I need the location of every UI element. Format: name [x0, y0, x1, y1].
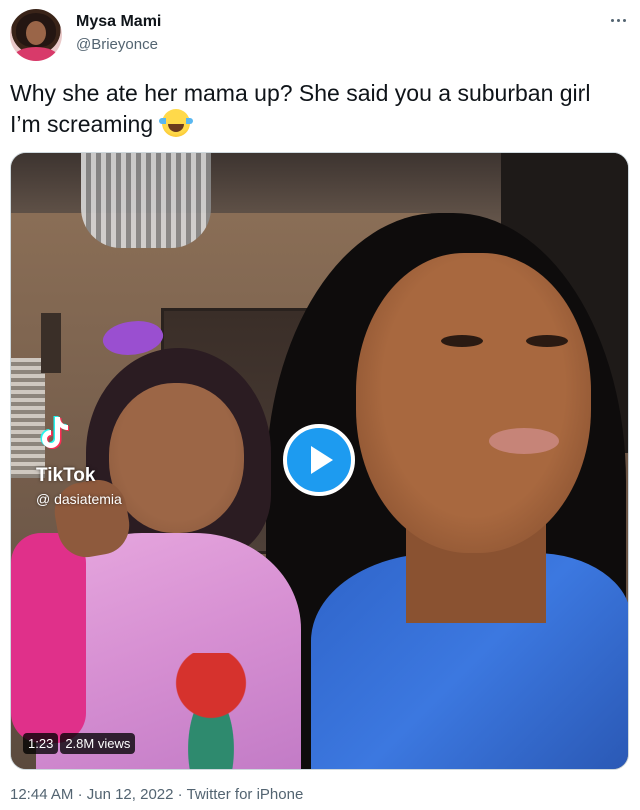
tweet-meta: 12:44 AM · Jun 12, 2022 · Twitter for iP… [10, 786, 304, 803]
tweet-source-link[interactable]: Twitter for iPhone [187, 786, 304, 803]
user-handle[interactable]: @Brieyonce [76, 36, 158, 53]
video-duration: 1:23 [23, 733, 59, 754]
tweet-text: Why she ate her mama up? She said you a … [10, 78, 620, 140]
tweet-text-body: Why she ate her mama up? She said you a … [10, 80, 591, 137]
chandelier-graphic [81, 153, 211, 248]
laughing-tears-emoji-icon [158, 109, 193, 137]
tiktok-username: @ dasiatemia [36, 491, 122, 507]
girl-face-graphic [109, 383, 244, 533]
tweet-time-link[interactable]: 12:44 AM · Jun 12, 2022 [10, 786, 173, 803]
tiktok-watermark: TikTok [36, 465, 96, 486]
view-count: 2.8M views [60, 733, 136, 754]
play-button[interactable] [283, 424, 355, 496]
play-icon [311, 446, 333, 474]
video-media[interactable]: TikTok @ dasiatemia 1:23 2.8M views [10, 152, 629, 770]
woman-face-graphic [356, 253, 591, 553]
display-name[interactable]: Mysa Mami [76, 13, 161, 31]
media-badges: 1:23 2.8M views [23, 733, 136, 754]
more-options-icon[interactable] [606, 10, 630, 30]
tiktok-logo-icon [40, 416, 69, 449]
tweet: Mysa Mami @Brieyonce Why she ate her mam… [0, 0, 640, 810]
avatar[interactable] [10, 9, 62, 61]
